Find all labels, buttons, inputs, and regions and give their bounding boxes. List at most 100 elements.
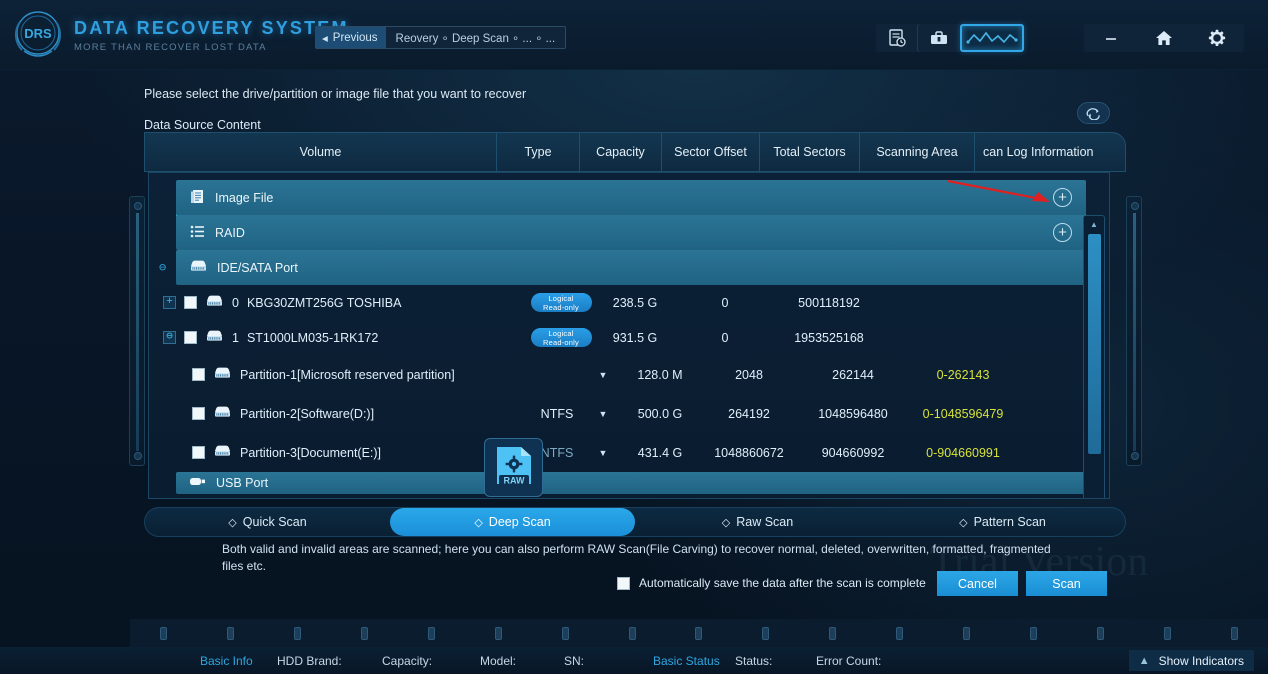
scroll-up-arrow[interactable]: ▲ [1087, 219, 1101, 231]
status-badge: Logical Read-only [530, 328, 592, 347]
settings-gear-icon[interactable] [1191, 24, 1243, 52]
partition-name: Partition-2[Software(D:)] [240, 406, 375, 421]
cell-sector-offset: 0 [721, 295, 729, 310]
cell-capacity: 238.5 G [612, 295, 658, 310]
row-checkbox[interactable] [192, 446, 205, 459]
group-row-raid[interactable]: RAID + [176, 215, 1086, 250]
log-report-icon[interactable] [876, 24, 918, 52]
status-badge: Logical Read-only [530, 293, 592, 312]
breadcrumb-path: Reovery ∘ Deep Scan ∘ ... ∘ ... [395, 32, 556, 45]
table-body: Image File + RAID + ⊖ IDE/SATA Port + 0 … [148, 172, 1110, 499]
cell-sector-offset: 2048 [735, 367, 763, 382]
indicator-led [398, 626, 465, 640]
minimize-icon[interactable] [1085, 24, 1137, 52]
scan-mode-label: Deep Scan [488, 515, 551, 529]
indicator-led [532, 626, 599, 640]
header-tool-group [876, 24, 1024, 52]
cell-sector-offset: 1048860672 [714, 445, 784, 460]
status-model: Model: [480, 653, 517, 668]
indicator-led [666, 626, 733, 640]
indicator-led [1201, 626, 1268, 640]
indicator-led [465, 626, 532, 640]
previous-button[interactable]: ◂ Previous [316, 27, 386, 48]
cell-scanning-area: 0-904660991 [926, 445, 1000, 460]
partition-name: Partition-1[Microsoft reserved partition… [240, 367, 455, 382]
app-header: DRS DATA RECOVERY SYSTEM MORE THAN RECOV… [0, 0, 1268, 70]
row-checkbox[interactable] [192, 368, 205, 381]
group-label: IDE/SATA Port [217, 260, 298, 275]
scan-mode-quick[interactable]: ◇ Quick Scan [145, 508, 390, 536]
scan-button[interactable]: Scan [1026, 571, 1107, 596]
autosave-checkbox[interactable] [617, 576, 630, 590]
type-dropdown-caret[interactable]: ▼ [586, 370, 620, 380]
scan-mode-deep[interactable]: ◇ Deep Scan [390, 508, 635, 536]
raw-label: RAW [503, 475, 525, 485]
status-basic-status[interactable]: Basic Status [653, 654, 720, 668]
hdd-icon [205, 329, 224, 346]
row-checkbox[interactable] [192, 407, 205, 420]
status-sn: SN: [564, 653, 585, 668]
indicator-led [599, 626, 666, 640]
column-header-capacity[interactable]: Capacity [580, 133, 662, 171]
waveform-icon[interactable] [960, 24, 1024, 52]
indicator-led [1000, 626, 1067, 640]
partition-icon [213, 405, 232, 422]
add-raid-button[interactable]: + [1053, 223, 1072, 242]
annotation-arrow [946, 178, 1061, 213]
scan-mode-raw[interactable]: ◇ Raw Scan [635, 508, 880, 536]
cancel-button[interactable]: Cancel [937, 571, 1018, 596]
home-icon[interactable] [1138, 24, 1190, 52]
chevron-left-icon: ◂ [322, 32, 328, 45]
table-row[interactable]: ⊖ 1 ST1000LM035-1RK172 Logical Read-only… [149, 320, 1109, 355]
autosave-label: Automatically save the data after the sc… [639, 576, 926, 590]
app-window: DRS DATA RECOVERY SYSTEM MORE THAN RECOV… [0, 0, 1268, 674]
group-row-ide-sata-port[interactable]: IDE/SATA Port [176, 250, 1086, 285]
table-row[interactable]: Partition-3[Document(E:)] NTFS ▼ 431.4 G… [149, 433, 1109, 472]
column-header-sector-offset[interactable]: Sector Offset [662, 133, 760, 171]
table-scrollbar[interactable]: ▲ ▼ [1083, 215, 1105, 498]
disk-index: 1 [232, 330, 239, 345]
status-error-count: Error Count: [816, 653, 882, 668]
cell-total-sectors: 904660992 [821, 445, 885, 460]
disk-name: KBG30ZMT256G TOSHIBA [246, 295, 402, 310]
scrollbar-thumb[interactable] [1088, 234, 1101, 454]
collapse-toggle[interactable]: ⊖ [163, 331, 176, 344]
show-indicators-button[interactable]: ▲ Show Indicators [1128, 650, 1254, 671]
row-checkbox[interactable] [184, 331, 197, 344]
column-header-volume[interactable]: Volume [145, 133, 497, 171]
tree-collapse-idesata[interactable]: ⊖ [159, 260, 166, 275]
table-row[interactable]: Partition-2[Software(D:)] NTFS ▼ 500.0 G… [149, 394, 1109, 433]
cell-capacity: 931.5 G [612, 330, 658, 345]
cell-scanning-area: 0-262143 [936, 367, 990, 382]
group-label: RAID [215, 225, 245, 240]
indicator-led [331, 626, 398, 640]
column-header-scan-log[interactable]: can Log Information [975, 133, 1125, 171]
expand-toggle[interactable]: + [163, 296, 176, 309]
column-header-type[interactable]: Type [497, 133, 580, 171]
scan-mode-label: Quick Scan [242, 515, 307, 529]
autosave-option[interactable]: Automatically save the data after the sc… [617, 576, 926, 590]
type-dropdown-caret[interactable]: ▼ [586, 448, 620, 458]
indicator-led [130, 626, 197, 640]
status-basic-info[interactable]: Basic Info [200, 654, 253, 668]
cell-total-sectors: 1953525168 [794, 330, 864, 345]
toolbox-icon[interactable] [918, 24, 960, 52]
column-header-total-sectors[interactable]: Total Sectors [760, 133, 860, 171]
indicator-led [933, 626, 1000, 640]
refresh-icon[interactable] [1077, 102, 1110, 124]
type-dropdown-caret[interactable]: ▼ [586, 409, 620, 419]
table-row[interactable]: Partition-1[Microsoft reserved partition… [149, 355, 1109, 394]
radio-icon: ◇ [474, 516, 483, 529]
image-file-icon [189, 188, 206, 208]
svg-text:DRS: DRS [24, 26, 52, 41]
disk-index: 0 [232, 295, 239, 310]
column-header-scanning-area[interactable]: Scanning Area [860, 133, 975, 171]
table-row[interactable]: + 0 KBG30ZMT256G TOSHIBA Logical Read-on… [149, 285, 1109, 320]
raw-file-icon[interactable]: RAW [484, 438, 543, 497]
row-checkbox[interactable] [184, 296, 197, 309]
scan-mode-pattern[interactable]: ◇ Pattern Scan [880, 508, 1125, 536]
brand-block: DATA RECOVERY SYSTEM MORE THAN RECOVER L… [74, 18, 349, 53]
group-row-usb-port[interactable]: USB Port [176, 472, 1086, 494]
breadcrumb: ◂ Previous Reovery ∘ Deep Scan ∘ ... ∘ .… [315, 26, 567, 49]
decorative-frame-right [1126, 196, 1142, 466]
